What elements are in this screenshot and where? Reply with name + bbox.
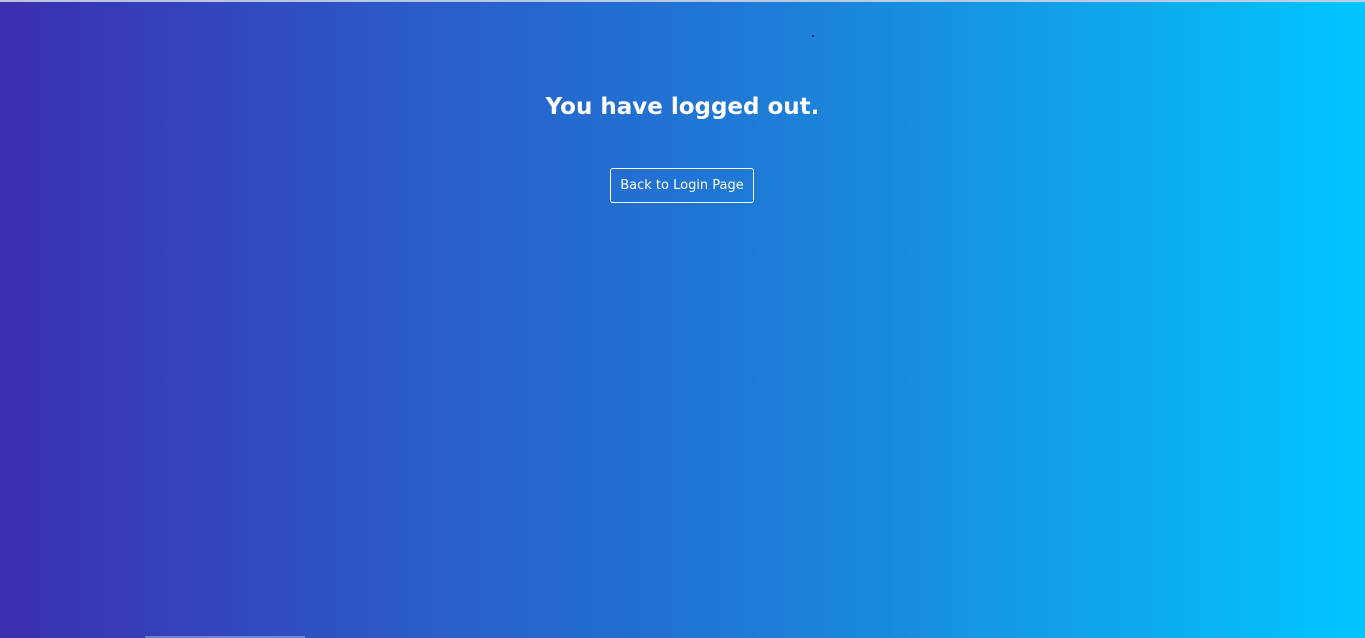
back-to-login-button[interactable]: Back to Login Page	[610, 168, 754, 203]
page-title: You have logged out.	[545, 94, 820, 120]
logout-page: You have logged out. Back to Login Page	[0, 0, 1365, 638]
